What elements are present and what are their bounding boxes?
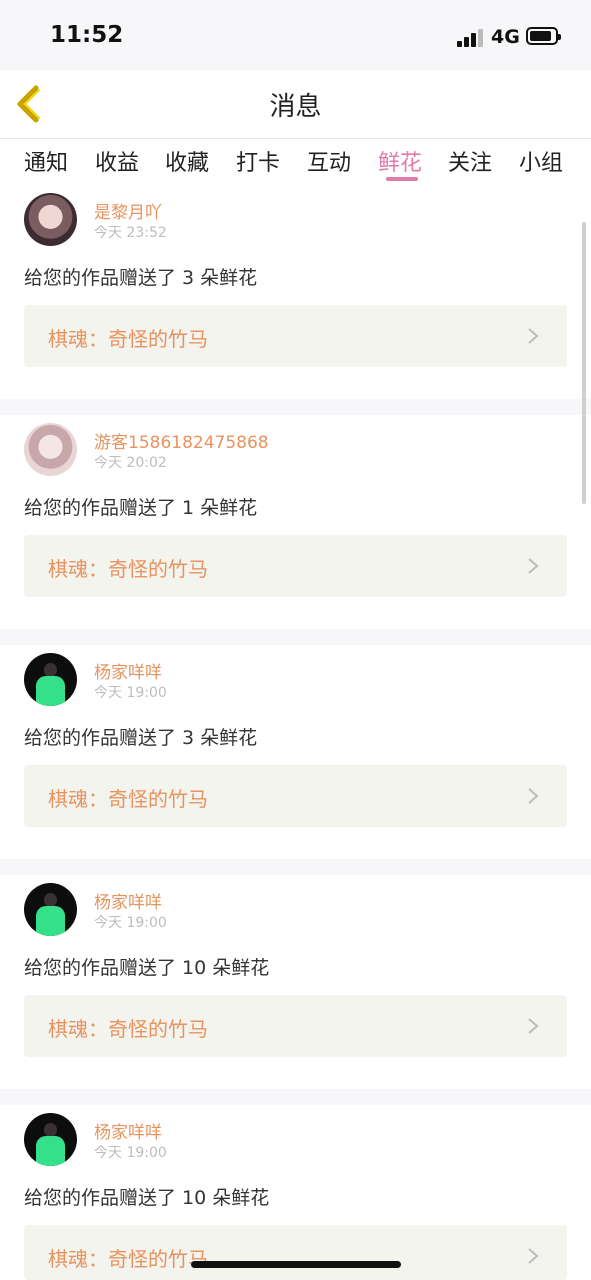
timestamp: 今天 19:00 (94, 685, 167, 701)
tab-notifications[interactable]: 通知 (24, 145, 68, 177)
work-link[interactable]: 棋魂：奇怪的竹马 (24, 995, 567, 1057)
message-text: 给您的作品赠送了 10 朵鲜花 (24, 1187, 270, 1209)
message-text: 给您的作品赠送了 1 朵鲜花 (24, 497, 258, 519)
work-title: 棋魂：奇怪的竹马 (48, 1017, 208, 1041)
username[interactable]: 杨家咩咩 (94, 888, 162, 913)
username[interactable]: 游客1586182475868 (94, 428, 269, 453)
avatar[interactable] (24, 1113, 77, 1166)
network-type: 4G (491, 26, 520, 48)
timestamp: 今天 19:00 (94, 915, 167, 931)
work-link[interactable]: 棋魂：奇怪的竹马 (24, 305, 567, 367)
tab-groups[interactable]: 小组 (519, 145, 563, 177)
chevron-right-icon (528, 1248, 539, 1264)
chevron-right-icon (528, 558, 539, 574)
nav-bar: 消息 (0, 70, 591, 139)
list-item: 是黎月吖 今天 23:52 给您的作品赠送了 3 朵鲜花 棋魂：奇怪的竹马 (0, 185, 591, 399)
list-item: 杨家咩咩 今天 19:00 给您的作品赠送了 10 朵鲜花 棋魂：奇怪的竹马 (0, 875, 591, 1089)
scrollbar[interactable] (582, 222, 586, 504)
tab-flowers[interactable]: 鲜花 (378, 145, 422, 177)
tab-checkin[interactable]: 打卡 (236, 145, 280, 177)
work-title: 棋魂：奇怪的竹马 (48, 557, 208, 581)
work-title: 棋魂：奇怪的竹马 (48, 787, 208, 811)
chevron-right-icon (528, 328, 539, 344)
page-title: 消息 (269, 92, 322, 122)
avatar[interactable] (24, 883, 77, 936)
tab-following[interactable]: 关注 (448, 145, 492, 177)
avatar[interactable] (24, 193, 77, 246)
username[interactable]: 是黎月吖 (94, 198, 162, 223)
tab-interactions[interactable]: 互动 (307, 145, 351, 177)
status-bar: 11:52 4G (0, 0, 591, 70)
active-tab-indicator (386, 177, 418, 181)
chevron-right-icon (528, 788, 539, 804)
list-item: 杨家咩咩 今天 19:00 给您的作品赠送了 3 朵鲜花 棋魂：奇怪的竹马 (0, 645, 591, 859)
username[interactable]: 杨家咩咩 (94, 1118, 162, 1143)
list-item: 游客1586182475868 今天 20:02 给您的作品赠送了 1 朵鲜花 … (0, 415, 591, 629)
username[interactable]: 杨家咩咩 (94, 658, 162, 683)
work-title: 棋魂：奇怪的竹马 (48, 327, 208, 351)
avatar[interactable] (24, 423, 77, 476)
work-link[interactable]: 棋魂：奇怪的竹马 (24, 535, 567, 597)
battery-icon (526, 27, 561, 45)
tab-bar: 通知 收益 收藏 打卡 互动 鲜花 关注 小组 (0, 139, 591, 185)
message-text: 给您的作品赠送了 3 朵鲜花 (24, 267, 258, 289)
work-title: 棋魂：奇怪的竹马 (48, 1247, 208, 1271)
timestamp: 今天 20:02 (94, 455, 167, 471)
timestamp: 今天 23:52 (94, 225, 167, 241)
timestamp: 今天 19:00 (94, 1145, 167, 1161)
home-indicator (191, 1261, 401, 1268)
avatar[interactable] (24, 653, 77, 706)
work-link[interactable]: 棋魂：奇怪的竹马 (24, 765, 567, 827)
work-link[interactable]: 棋魂：奇怪的竹马 (24, 1225, 567, 1280)
status-time: 11:52 (50, 22, 124, 48)
tab-earnings[interactable]: 收益 (95, 145, 139, 177)
tab-favorites[interactable]: 收藏 (165, 145, 209, 177)
message-text: 给您的作品赠送了 3 朵鲜花 (24, 727, 258, 749)
message-text: 给您的作品赠送了 10 朵鲜花 (24, 957, 270, 979)
signal-icon (457, 29, 483, 47)
chevron-right-icon (528, 1018, 539, 1034)
list-item: 杨家咩咩 今天 19:00 给您的作品赠送了 10 朵鲜花 棋魂：奇怪的竹马 (0, 1105, 591, 1280)
